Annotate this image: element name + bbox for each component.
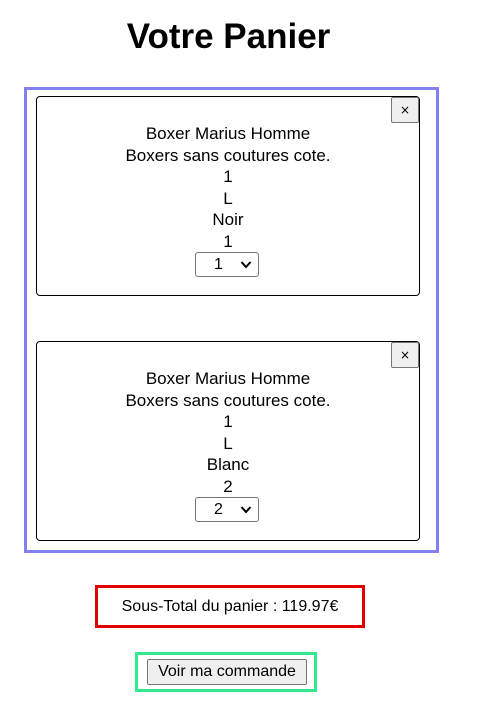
quantity-select-value: 1 xyxy=(214,256,223,273)
cart-container: × Boxer Marius Homme Boxers sans couture… xyxy=(24,87,439,553)
chevron-down-icon xyxy=(240,506,252,514)
item-color: Noir xyxy=(212,210,244,229)
quantity-select[interactable]: 1 xyxy=(195,252,259,277)
remove-item-button[interactable]: × xyxy=(391,97,419,123)
item-line-value: 1 xyxy=(223,167,233,186)
cart-subtotal: Sous-Total du panier : 119.97€ xyxy=(95,585,365,628)
view-order-container: Voir ma commande xyxy=(135,652,317,692)
item-size: L xyxy=(223,188,233,208)
item-size: L xyxy=(223,433,233,453)
page-title: Votre Panier xyxy=(126,17,331,56)
item-details: Boxer Marius Homme Boxers sans coutures … xyxy=(37,123,419,252)
item-quantity: 1 xyxy=(223,231,233,251)
item-name: Boxer Marius Homme xyxy=(145,369,311,388)
remove-item-button[interactable]: × xyxy=(391,342,419,368)
item-quantity: 2 xyxy=(223,476,233,496)
item-name: Boxer Marius Homme xyxy=(145,124,311,143)
cart-item: × Boxer Marius Homme Boxers sans couture… xyxy=(36,341,420,541)
item-line-value: 1 xyxy=(223,412,233,431)
item-details: Boxer Marius Homme Boxers sans coutures … xyxy=(37,368,419,497)
cart-item: × Boxer Marius Homme Boxers sans couture… xyxy=(36,96,420,296)
item-description: Boxers sans coutures cote. xyxy=(125,145,331,165)
item-description: Boxers sans coutures cote. xyxy=(125,390,331,410)
view-order-button[interactable]: Voir ma commande xyxy=(147,659,307,685)
chevron-down-icon xyxy=(240,261,252,269)
quantity-select-value: 2 xyxy=(214,501,223,518)
item-color: Blanc xyxy=(206,455,250,474)
quantity-select[interactable]: 2 xyxy=(195,497,259,522)
